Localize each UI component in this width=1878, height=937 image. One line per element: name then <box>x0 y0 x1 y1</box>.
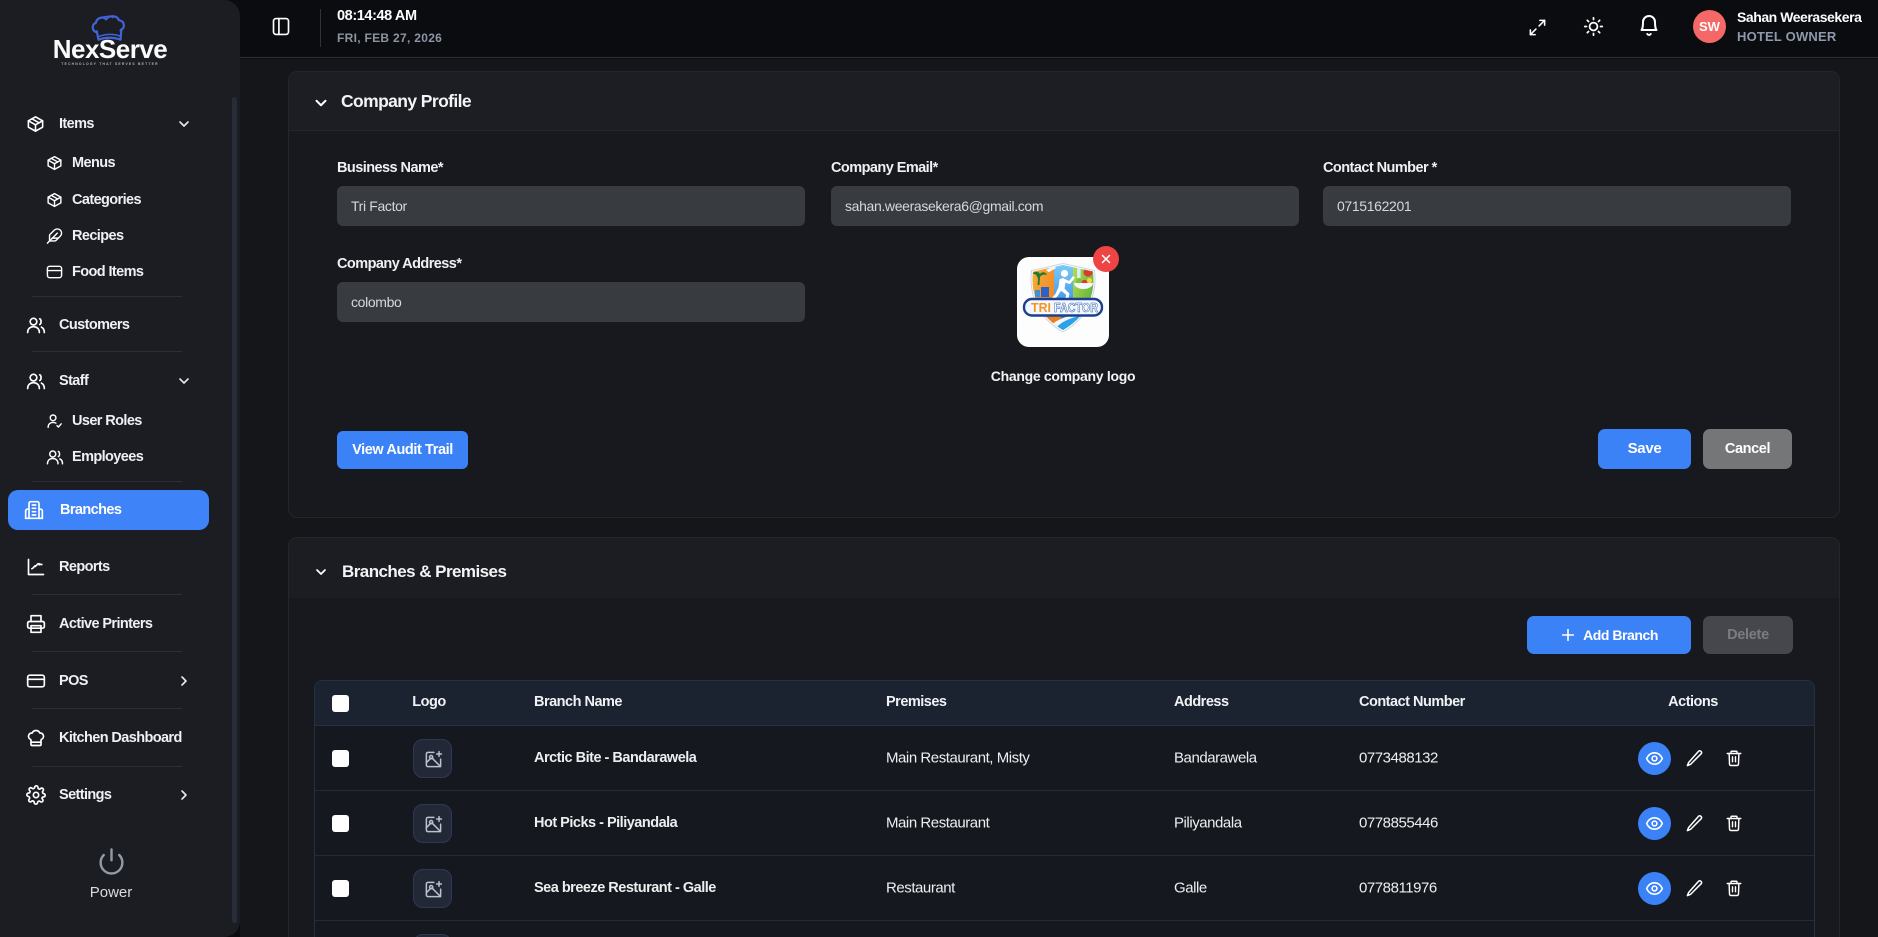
svg-text:FACTOR: FACTOR <box>1054 301 1098 315</box>
svg-text:TRI: TRI <box>1031 301 1051 315</box>
